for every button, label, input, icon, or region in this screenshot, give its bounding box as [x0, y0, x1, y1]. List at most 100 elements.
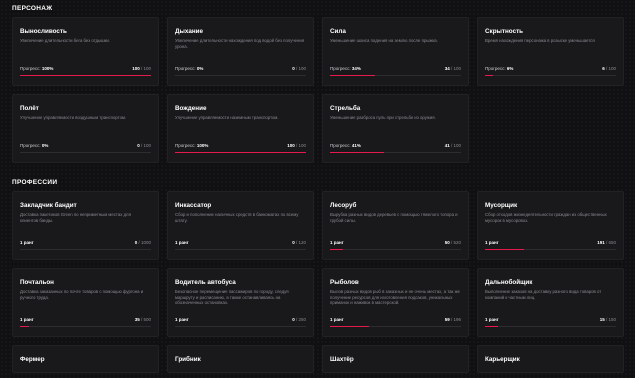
progress-bar	[20, 151, 151, 153]
profession-card-quarry-worker[interactable]: Карьерщик	[477, 345, 624, 373]
skill-progress-label: Прогресс: 0%	[175, 66, 204, 71]
progress-bar	[485, 325, 616, 327]
profession-title: Грибник	[175, 356, 201, 363]
skill-title: Дыхание	[175, 28, 204, 35]
skill-progress-value: 6 / 100	[602, 66, 616, 71]
skill-description: Улучшение управляемости воздушным трансп…	[20, 115, 127, 120]
progress-fill	[175, 151, 306, 153]
profession-card-trucker[interactable]: Дальнобойщик Выполнение заказов на доста…	[477, 268, 624, 337]
profession-rank: 1 ранг	[20, 240, 34, 245]
skill-card-endurance[interactable]: Выносливость Увеличение длительности бег…	[12, 17, 159, 86]
profession-rank: 1 ранг	[175, 317, 189, 322]
professions-grid: Закладчик бандит Доставка пакетиков Gree…	[12, 191, 626, 373]
skill-progress-value: 100 / 100	[287, 143, 306, 148]
profession-description: Доставка пакетиков Green по неприметным …	[20, 212, 131, 223]
profession-description: Безопасное перемещение пассажиров по гор…	[175, 289, 289, 306]
profession-progress-value: 191 / 650	[597, 240, 616, 245]
profession-card-lumberjack[interactable]: Лесоруб Вырубка разных видов деревьев с …	[322, 191, 469, 260]
profession-progress-value: 0 / 250	[292, 317, 306, 322]
profession-title: Дальнобойщик	[485, 279, 533, 286]
profession-progress-value: 0 / 120	[292, 240, 306, 245]
skill-title: Сила	[330, 28, 346, 35]
skill-description: Время нахождения персонажа в розыске уме…	[485, 38, 595, 43]
skill-card-strength[interactable]: Сила Уменьшение шанса падения на землю п…	[322, 17, 469, 86]
skill-description: Увеличение длительности бега без отдышки…	[20, 38, 111, 43]
progress-fill	[485, 248, 524, 250]
skill-progress-value: 100 / 100	[132, 66, 151, 71]
progress-bar	[175, 248, 306, 250]
profession-title: Водитель автобуса	[175, 279, 236, 286]
progress-bar	[20, 248, 151, 250]
progress-bar	[485, 74, 616, 76]
skills-grid: Выносливость Увеличение длительности бег…	[12, 17, 626, 163]
skill-card-breathing[interactable]: Дыхание Увеличение длительности нахожден…	[167, 17, 314, 86]
profession-card-postman[interactable]: Почтальон Доставка заказанных по почте т…	[12, 268, 159, 337]
profession-progress-value: 59 / 196	[444, 317, 461, 322]
skill-title: Стрельба	[330, 105, 361, 112]
skill-card-stealth[interactable]: Скрытность Время нахождения персонажа в …	[477, 17, 624, 86]
progress-fill	[20, 74, 151, 76]
profession-rank: 1 ранг	[175, 240, 189, 245]
progress-bar	[485, 248, 616, 250]
progress-fill	[330, 151, 384, 153]
profession-title: Почтальон	[20, 279, 54, 286]
profession-progress-value: 0 / 1000	[134, 240, 151, 245]
profession-rank: 1 ранг	[330, 317, 344, 322]
progress-bar	[175, 325, 306, 327]
profession-card-fisherman[interactable]: Рыболов Вылов разных видов рыб в заказны…	[322, 268, 469, 337]
progress-bar	[330, 151, 461, 153]
profession-card-bus-driver[interactable]: Водитель автобуса Безопасное перемещение…	[167, 268, 314, 337]
profession-description: Доставка заказанных по почте товаров с п…	[20, 289, 144, 300]
skill-title: Вождение	[175, 105, 207, 112]
skill-card-shooting[interactable]: Стрельба Уменьшение разброса пуль при ст…	[322, 94, 469, 163]
profession-title: Рыболов	[330, 279, 359, 286]
profession-title: Закладчик бандит	[20, 202, 77, 209]
skill-progress-value: 0 / 100	[137, 143, 151, 148]
skill-card-flight[interactable]: Полёт Улучшение управляемости воздушным …	[12, 94, 159, 163]
profession-rank: 1 ранг	[485, 240, 499, 245]
progress-bar	[330, 248, 461, 250]
profession-title: Шахтёр	[330, 356, 354, 363]
profession-card-garbage-collector[interactable]: Мусорщик Сбор отходов жизнедеятельности …	[477, 191, 624, 260]
skill-progress-label: Прогресс: 100%	[20, 66, 54, 71]
profession-rank: 1 ранг	[485, 317, 499, 322]
progress-bar	[175, 151, 306, 153]
skill-progress-label: Прогресс: 100%	[175, 143, 209, 148]
skill-title: Полёт	[20, 105, 39, 112]
profession-card-mushroom-picker[interactable]: Грибник	[167, 345, 314, 373]
profession-title: Мусорщик	[485, 202, 518, 209]
profession-card-drug-courier[interactable]: Закладчик бандит Доставка пакетиков Gree…	[12, 191, 159, 260]
profession-card-collector[interactable]: Инкассатор Сбор и пополнение наличных ср…	[167, 191, 314, 260]
progress-fill	[20, 325, 30, 327]
skill-description: Улучшение управляемости наземным транспо…	[175, 115, 279, 120]
skill-progress-label: Прогресс: 6%	[485, 66, 514, 71]
skill-progress-value: 34 / 100	[444, 66, 461, 71]
profession-title: Инкассатор	[175, 202, 212, 209]
progress-fill	[330, 325, 370, 327]
profession-title: Лесоруб	[330, 202, 357, 209]
profession-card-miner[interactable]: Шахтёр	[322, 345, 469, 373]
skill-card-driving[interactable]: Вождение Улучшение управляемости наземны…	[167, 94, 314, 163]
progress-bar	[175, 74, 306, 76]
profession-progress-value: 35 / 500	[134, 317, 151, 322]
progress-bar	[330, 325, 461, 327]
skill-progress-label: Прогресс: 41%	[330, 143, 361, 148]
progress-fill	[330, 248, 343, 250]
profession-title: Фермер	[20, 356, 45, 363]
section-title-professions: ПРОФЕССИИ	[12, 179, 58, 186]
profession-card-farmer[interactable]: Фермер	[12, 345, 159, 373]
profession-progress-value: 50 / 520	[444, 240, 461, 245]
progress-bar	[330, 74, 461, 76]
progress-fill	[485, 74, 493, 76]
profession-description: Вырубка разных видов деревьев с помощью …	[330, 212, 458, 223]
profession-progress-value: 15 / 150	[599, 317, 616, 322]
skill-description: Увеличение длительности нахождения под в…	[175, 38, 305, 49]
skill-title: Скрытность	[485, 28, 524, 35]
profession-description: Сбор и пополнение наличных средств в бан…	[175, 212, 299, 223]
skill-title: Выносливость	[20, 28, 67, 35]
profession-title: Карьерщик	[485, 356, 520, 363]
skill-progress-value: 41 / 100	[444, 143, 461, 148]
profession-rank: 1 ранг	[20, 317, 34, 322]
skill-description: Уменьшение разброса пуль при стрельбе из…	[330, 115, 436, 120]
profession-description: Выполнение заказов на доставку разного в…	[485, 289, 602, 300]
